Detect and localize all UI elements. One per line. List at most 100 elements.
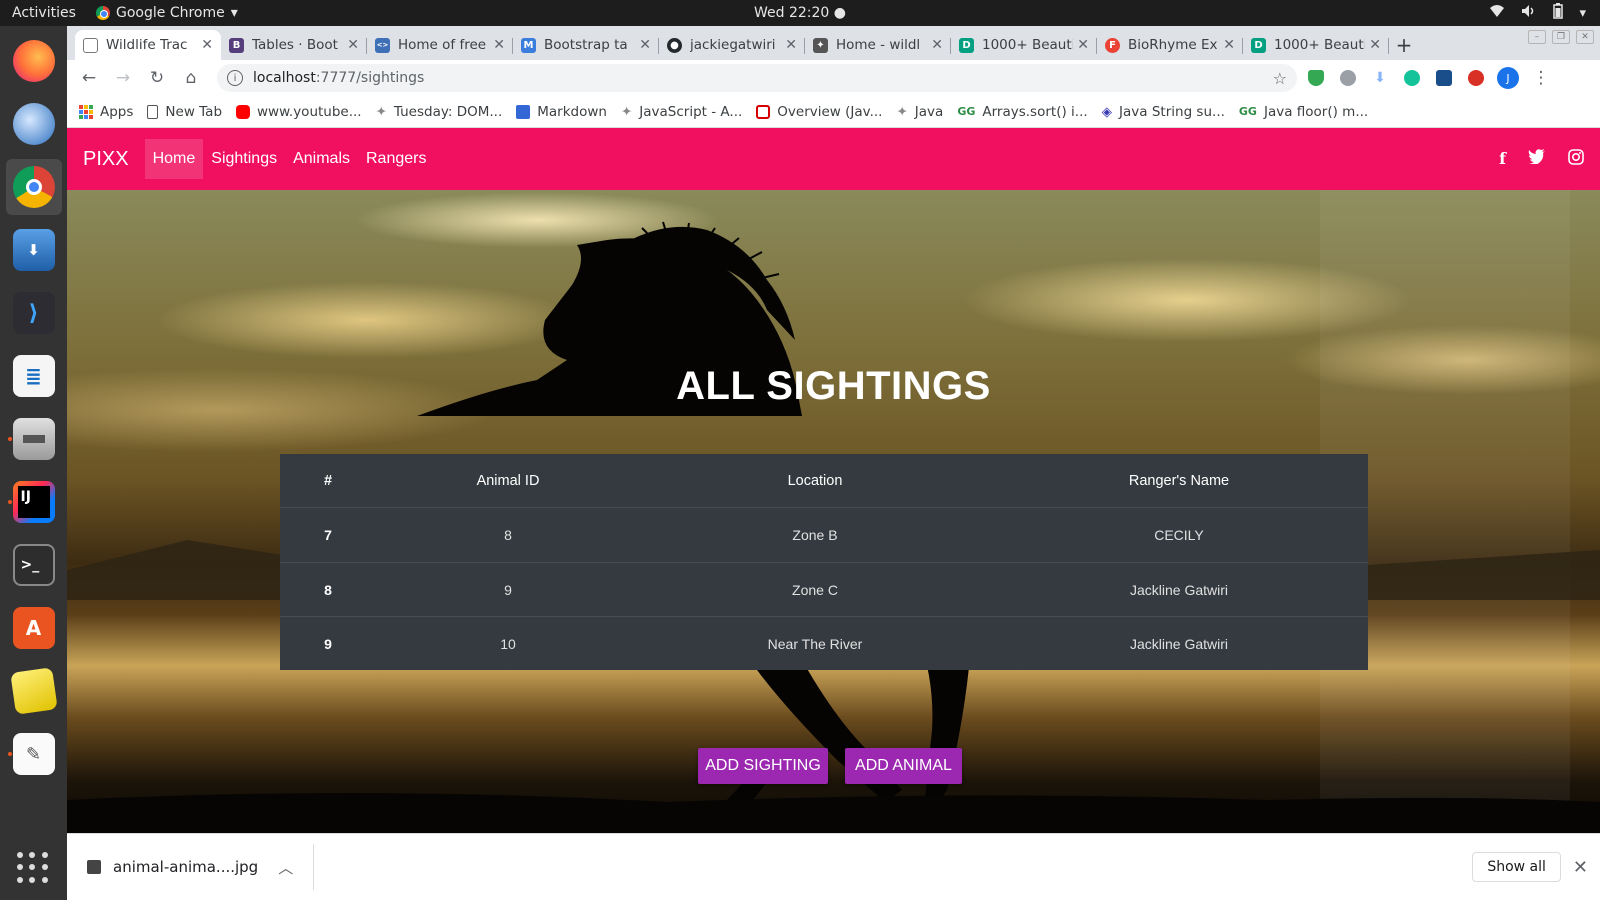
system-tray[interactable]: ▾	[1489, 0, 1586, 26]
clock[interactable]: Wed 22:20 ●	[754, 5, 846, 21]
menu-caret-icon: ▾	[1579, 5, 1586, 21]
dribbble-d-icon: D	[959, 37, 974, 53]
oracle-icon	[756, 104, 771, 119]
nav-animals[interactable]: Animals	[285, 139, 358, 179]
tab-home-of-free[interactable]: <> Home of free ✕	[367, 30, 513, 60]
bookmark-label: Java floor() m...	[1263, 103, 1369, 120]
close-icon[interactable]: ✕	[639, 37, 651, 53]
wifi-icon	[1489, 4, 1505, 22]
nav-rangers[interactable]: Rangers	[358, 139, 434, 179]
tab-title: jackiegatwiri	[690, 37, 776, 53]
bookmark-java-string[interactable]: ◈ Java String su...	[1102, 104, 1225, 120]
show-all-button[interactable]: Show all	[1472, 852, 1561, 882]
close-window-icon[interactable]: ✕	[1576, 30, 1594, 44]
profile-avatar[interactable]: J	[1495, 65, 1521, 91]
tab-title: Tables · Boot	[252, 37, 338, 53]
restore-icon[interactable]: ❐	[1552, 30, 1570, 44]
forward-arrow-icon[interactable]: →	[109, 64, 137, 92]
address-bar[interactable]: i localhost:7777/sightings ☆	[217, 64, 1297, 92]
tab-biorhyme[interactable]: F BioRhyme Ex ✕	[1097, 30, 1243, 60]
cell-number: 9	[324, 635, 332, 652]
grammarly-icon[interactable]	[1399, 65, 1425, 91]
bookmark-youtube[interactable]: www.youtube...	[236, 104, 362, 120]
tab-title: 1000+ Beauti	[982, 37, 1074, 53]
bookmark-java[interactable]: ✦ Java	[896, 104, 943, 120]
chevron-up-icon[interactable]: ︿	[278, 857, 293, 878]
nav-home[interactable]: Home	[144, 139, 204, 179]
site-navbar: PIXX Home Sightings Animals Rangers f	[67, 128, 1600, 190]
dock-files[interactable]	[6, 411, 62, 467]
dock-transmission[interactable]: ⬇	[6, 222, 62, 278]
table-header-row: # Animal ID Location Ranger's Name	[280, 454, 1368, 508]
home-icon[interactable]: ⌂	[177, 64, 205, 92]
dock-stickies[interactable]	[6, 663, 62, 719]
twitter-icon[interactable]	[1528, 148, 1546, 170]
bookmark-tuesday-dom[interactable]: ✦ Tuesday: DOM...	[376, 104, 503, 120]
dock-vscode[interactable]: ⟩	[6, 285, 62, 341]
running-indicator	[7, 500, 12, 504]
geeksforgeeks-icon: GG	[1238, 105, 1257, 118]
web-page: PIXX Home Sightings Animals Rangers f AL…	[67, 128, 1600, 833]
dock-text-editor[interactable]: ✎	[6, 726, 62, 782]
add-animal-button[interactable]: ADD ANIMAL	[845, 748, 962, 784]
close-icon[interactable]: ✕	[785, 37, 797, 53]
close-icon[interactable]: ✕	[347, 37, 359, 53]
activities-button[interactable]: Activities	[0, 5, 96, 21]
dock-terminal[interactable]: >_	[6, 537, 62, 593]
instagram-icon[interactable]	[1568, 148, 1584, 170]
mdb-icon: M	[521, 37, 536, 53]
add-sighting-button[interactable]: ADD SIGHTING	[698, 748, 828, 784]
close-icon[interactable]: ✕	[931, 37, 943, 53]
close-icon[interactable]: ✕	[1077, 37, 1089, 53]
red-extension-icon[interactable]	[1463, 65, 1489, 91]
close-icon[interactable]: ✕	[1369, 37, 1381, 53]
thunderbird-icon	[12, 103, 55, 145]
tab-github[interactable]: ● jackiegatwiri ✕	[659, 30, 805, 60]
tab-bootstrap-tables[interactable]: M Bootstrap ta ✕	[513, 30, 659, 60]
dock-intellij[interactable]: IJ	[6, 474, 62, 530]
close-icon[interactable]: ✕	[493, 37, 505, 53]
kebab-menu-icon[interactable]: ⋮	[1527, 64, 1555, 92]
dock-thunderbird[interactable]	[6, 96, 62, 152]
chevron-down-icon: ▾	[230, 5, 238, 21]
bookmark-overview-java[interactable]: Overview (Jav...	[756, 104, 882, 120]
tab-1000-beautiful-1[interactable]: D 1000+ Beauti ✕	[951, 30, 1097, 60]
reload-icon[interactable]: ↻	[143, 64, 171, 92]
tab-wildlife-tracker[interactable]: Wildlife Trac ✕	[75, 30, 221, 60]
download-item[interactable]: animal-anima....jpg ︿	[67, 844, 315, 890]
dock-firefox[interactable]	[6, 33, 62, 89]
info-icon[interactable]: i	[227, 70, 243, 86]
facebook-icon[interactable]: f	[1499, 149, 1506, 170]
bookmark-arrays-sort[interactable]: GG Arrays.sort() i...	[957, 104, 1087, 120]
shield-extension-icon[interactable]	[1303, 65, 1329, 91]
software-bag-icon: A	[12, 607, 55, 649]
tab-tables-bootstrap[interactable]: B Tables · Boot ✕	[221, 30, 367, 60]
tab-home-wildlife[interactable]: ✦ Home - wildl ✕	[805, 30, 951, 60]
bookmark-new-tab[interactable]: New Tab	[147, 104, 222, 120]
bookmark-java-floor[interactable]: GG Java floor() m...	[1239, 104, 1368, 120]
minimize-icon[interactable]: –	[1528, 30, 1546, 44]
bookmark-markdown[interactable]: Markdown	[516, 104, 607, 120]
url-text[interactable]: localhost:7777/sightings	[253, 70, 1273, 86]
new-tab-button[interactable]: +	[1389, 30, 1419, 60]
dock-software[interactable]: A	[6, 600, 62, 656]
tab-1000-beautiful-2[interactable]: D 1000+ Beauti ✕	[1243, 30, 1389, 60]
back-arrow-icon[interactable]: ←	[75, 64, 103, 92]
dock-chrome[interactable]	[5, 159, 62, 215]
bookmark-javascript[interactable]: ✦ JavaScript - A...	[621, 104, 742, 120]
close-icon[interactable]: ✕	[1573, 857, 1588, 878]
nav-sightings[interactable]: Sightings	[203, 139, 285, 179]
bookmark-apps[interactable]: Apps	[79, 104, 133, 120]
dock-writer[interactable]: ≣	[6, 348, 62, 404]
geeksforgeeks-icon: GG	[957, 105, 976, 118]
show-applications-icon[interactable]	[17, 852, 49, 884]
globe-extension-icon[interactable]	[1335, 65, 1361, 91]
bookmark-star-icon[interactable]: ☆	[1273, 69, 1287, 88]
download-extension-icon[interactable]: ⬇	[1367, 65, 1393, 91]
close-icon[interactable]: ✕	[201, 37, 213, 53]
site-brand[interactable]: PIXX	[83, 148, 129, 171]
close-icon[interactable]: ✕	[1223, 37, 1235, 53]
app-menu[interactable]: Google Chrome ▾	[96, 5, 238, 21]
bookmark-label: Java	[914, 103, 944, 120]
wallet-extension-icon[interactable]	[1431, 65, 1457, 91]
